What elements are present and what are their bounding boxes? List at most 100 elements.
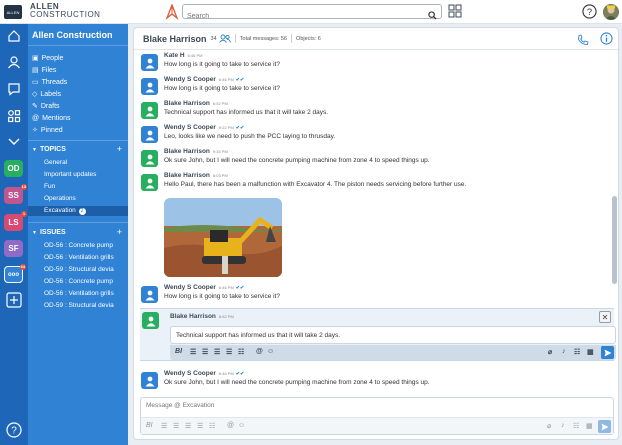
info-icon[interactable] (600, 32, 613, 50)
justify-icon[interactable]: ☰ (226, 348, 232, 356)
justify-icon[interactable]: ☰ (197, 422, 203, 430)
sidebar-item-pinned[interactable]: ✧ Pinned (32, 125, 63, 135)
avatar[interactable] (141, 150, 158, 167)
align-left-icon[interactable]: ☰ (190, 348, 196, 356)
close-edit-button[interactable]: ✕ (599, 311, 611, 323)
avatar[interactable] (141, 286, 158, 303)
microphone-icon[interactable]: ♪ (561, 422, 565, 429)
chevron-down-icon[interactable] (6, 134, 22, 150)
table-icon[interactable]: ▦ (586, 422, 593, 430)
issue-item[interactable]: OD-56 : Concrete pump (44, 241, 113, 251)
workspace-od[interactable]: OD (4, 160, 23, 177)
message-author[interactable]: Blake Harrison (164, 100, 210, 107)
message-author[interactable]: Wendy S Cooper (164, 76, 216, 83)
topics-header[interactable]: ▼ TOPICS (32, 146, 66, 153)
message-author[interactable]: Kate H (164, 52, 185, 59)
emoji-icon[interactable]: ☺ (238, 422, 245, 429)
avatar[interactable] (141, 102, 158, 119)
user-avatar[interactable] (603, 4, 619, 20)
microphone-icon[interactable]: ♪ (562, 348, 566, 355)
project-logo-icon[interactable] (165, 3, 179, 25)
attachment-icon[interactable]: ⌀ (547, 422, 551, 430)
chat-icon[interactable] (6, 81, 22, 97)
checklist-icon[interactable]: ☷ (574, 348, 580, 356)
profile-icon[interactable] (6, 54, 22, 70)
mention-icon[interactable]: @ (256, 348, 263, 355)
workspace-more[interactable]: ooo 34 (4, 264, 26, 283)
message-time: 9:22 PM (218, 125, 234, 130)
message-author[interactable]: Wendy S Cooper (164, 370, 216, 377)
help-circle-icon[interactable]: ? (6, 422, 22, 438)
message-author[interactable]: Blake Harrison (164, 172, 210, 179)
unread-count: 1 (21, 211, 27, 217)
message-author[interactable]: Wendy S Cooper (164, 284, 216, 291)
message-author[interactable]: Wendy S Cooper (164, 124, 216, 131)
list-icon[interactable]: ☷ (238, 348, 244, 356)
issue-item[interactable]: OD-59 : Structural devia (44, 301, 114, 311)
issue-item[interactable]: OD-59 : Structural devia (44, 265, 114, 275)
topic-operations[interactable]: Operations (44, 194, 76, 204)
sidebar-item-threads[interactable]: ▭ Threads (32, 77, 67, 87)
align-right-icon[interactable]: ☰ (185, 422, 191, 430)
search-bar[interactable] (182, 4, 442, 23)
mentions-icon: @ (32, 114, 40, 122)
workspace-ss[interactable]: SS 13 (4, 184, 27, 204)
message-time: 6:52 PM (212, 101, 228, 106)
align-right-icon[interactable]: ☰ (214, 348, 220, 356)
send-edit-button[interactable] (601, 346, 614, 359)
align-center-icon[interactable]: ☰ (173, 422, 179, 430)
avatar[interactable] (141, 78, 158, 95)
sidebar-item-drafts[interactable]: ✎ Drafts (32, 101, 60, 111)
search-icon[interactable] (428, 7, 437, 25)
topic-general[interactable]: General (44, 158, 67, 168)
add-workspace-icon[interactable] (6, 292, 22, 308)
avatar[interactable] (141, 372, 158, 389)
message-text: How long is it going to take to service … (164, 61, 280, 68)
mention-icon[interactable]: @ (227, 422, 234, 429)
table-icon[interactable]: ▦ (587, 348, 594, 356)
bold-italic-icon[interactable]: BI (175, 348, 182, 355)
send-button[interactable] (598, 420, 611, 433)
apps-grid-icon[interactable] (448, 4, 462, 23)
sidebar-item-files[interactable]: ▤ Files (32, 65, 56, 75)
message-author[interactable]: Blake Harrison (164, 148, 210, 155)
attachment-icon[interactable]: ⌀ (548, 348, 552, 356)
add-issue-button[interactable]: + (117, 227, 122, 237)
emoji-icon[interactable]: ☺ (267, 348, 274, 355)
list-icon[interactable]: ☷ (209, 422, 215, 430)
topic-important-updates[interactable]: Important updates (44, 170, 96, 180)
apps-icon[interactable] (6, 108, 22, 124)
checklist-icon[interactable]: ☷ (573, 422, 579, 430)
issue-item[interactable]: OD-56 : Ventilation grills (44, 289, 114, 299)
app-logo[interactable]: ALLEN (4, 5, 22, 19)
avatar[interactable] (142, 312, 159, 329)
message-input[interactable] (146, 402, 446, 409)
workspace-ls[interactable]: LS 1 (4, 211, 27, 231)
add-topic-button[interactable]: + (117, 144, 122, 154)
edit-message-input[interactable]: Technical support has informed us that i… (170, 326, 616, 344)
sidebar-item-people[interactable]: ▣ People (32, 53, 63, 63)
avatar[interactable] (141, 54, 158, 71)
bold-italic-icon[interactable]: BI (146, 422, 153, 429)
home-icon[interactable] (6, 28, 22, 44)
issues-header[interactable]: ▼ ISSUES (32, 229, 66, 236)
unread-count: 34 (19, 264, 26, 270)
issue-item[interactable]: OD-56 : Ventilation grills (44, 253, 114, 263)
avatar[interactable] (141, 126, 158, 143)
sidebar-item-labels[interactable]: ◇ Labels (32, 89, 61, 99)
sidebar-item-mentions[interactable]: @ Mentions (32, 113, 71, 123)
help-icon[interactable]: ? (582, 4, 597, 24)
members-icon[interactable] (218, 30, 231, 48)
workspace-sf[interactable]: SF (4, 240, 23, 257)
topic-excavation[interactable]: Excavation 2 (44, 206, 86, 216)
phone-icon[interactable] (577, 33, 589, 51)
scrollbar[interactable] (612, 196, 617, 284)
avatar[interactable] (141, 174, 158, 191)
issue-item[interactable]: OD-56 : Concrete pump (44, 277, 113, 287)
align-center-icon[interactable]: ☰ (202, 348, 208, 356)
excavator-photo[interactable] (164, 198, 282, 277)
align-left-icon[interactable]: ☰ (161, 422, 167, 430)
search-input[interactable] (183, 10, 413, 23)
message-time: 6:46 PM (218, 285, 234, 290)
topic-fun[interactable]: Fun (44, 182, 55, 192)
